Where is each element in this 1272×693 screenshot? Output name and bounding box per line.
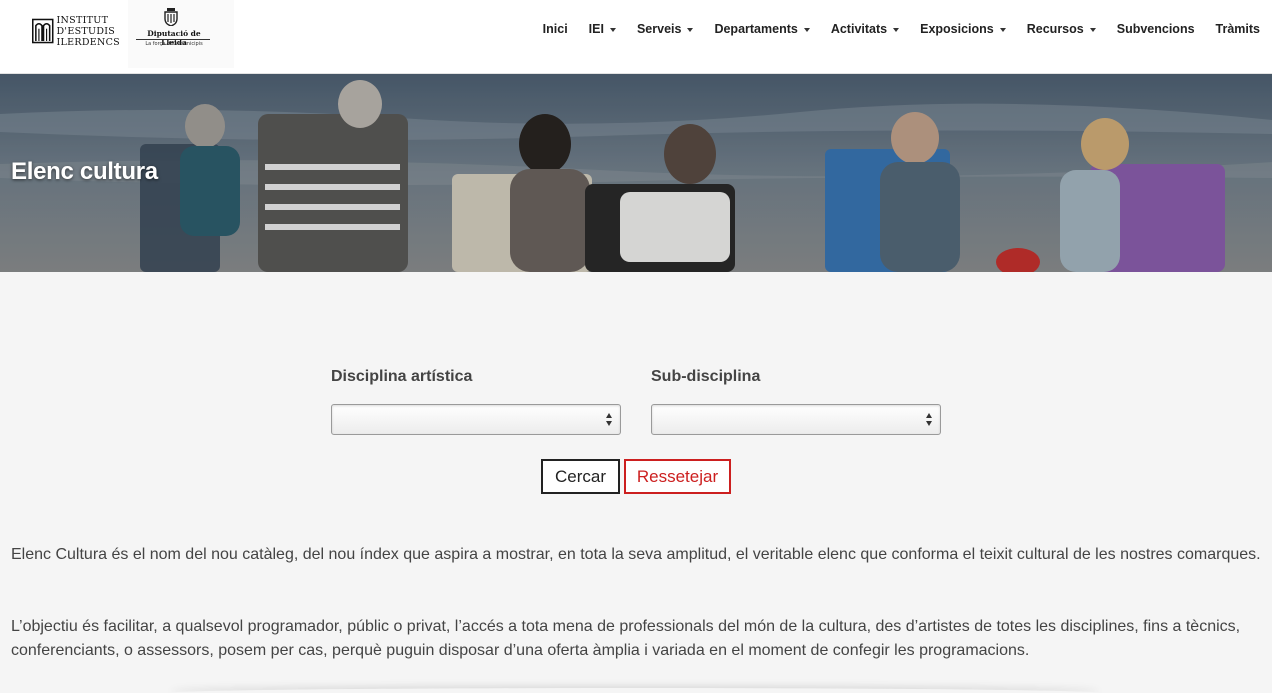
iei-logo-line-1: INSTITUT [56,14,109,26]
caret-down-icon [803,27,810,32]
iei-logo-text: INSTITUT D'ESTUDIS ILERDENCS [57,15,121,48]
caret-down-icon [687,27,694,32]
iei-logo-line-3: ILERDENCS [56,36,120,48]
diputacio-divider [136,39,210,40]
iei-logo-icon [32,18,54,44]
nav-label: Serveis [636,22,682,36]
nav-item-activitats[interactable]: Activitats [830,22,900,36]
nav-item-iei[interactable]: IEI [589,22,616,36]
intro-paragraph-2: L’objectiu és facilitar, a qualsevol pro… [11,618,1241,659]
select-arrows-icon [926,413,933,426]
caret-down-icon [893,27,900,32]
nav-label: Activitats [830,22,888,36]
diputacio-logo[interactable]: Diputació de Lleida La força dels munici… [128,0,234,68]
nav-item-inici[interactable]: Inici [543,22,568,36]
nav-label: Inici [542,22,568,36]
hero-overlay [0,74,1272,272]
discipline-select[interactable] [331,404,621,435]
hero-banner: Elenc cultura [0,74,1272,272]
nav-label: Exposicions [920,22,994,36]
select-arrows-icon [606,413,613,426]
caret-down-icon [1089,27,1096,32]
iei-logo-line-2: D'ESTUDIS [56,25,116,37]
nav-item-exposicions[interactable]: Exposicions [920,22,1006,36]
intro-paragraph-1: Elenc Cultura és el nom del nou catàleg,… [11,546,1261,563]
page-title: Elenc cultura [11,158,158,185]
main-nav: Inici IEI Serveis Departaments Activitat… [543,20,1260,38]
diputacio-tagline: La força dels municipis [145,41,203,47]
nav-label: Recursos [1026,22,1084,36]
nav-label: Subvencions [1116,22,1195,36]
diputacio-shield-icon [164,8,178,26]
nav-label: IEI [588,22,604,36]
nav-item-serveis[interactable]: Serveis [636,22,694,36]
nav-item-departaments[interactable]: Departaments [714,22,810,36]
reset-button[interactable]: Ressetejar [624,459,731,494]
caret-down-icon [609,27,616,32]
nav-item-tramits[interactable]: Tràmits [1216,22,1260,36]
caret-down-icon [999,27,1006,32]
nav-item-subvencions[interactable]: Subvencions [1117,22,1195,36]
nav-label: Departaments [714,22,798,36]
content-card-edge [170,688,1100,693]
nav-label: Tràmits [1215,22,1260,36]
subdiscipline-label: Sub-disciplina [651,368,761,385]
discipline-label: Disciplina artística [331,368,473,385]
site-header: INSTITUT D'ESTUDIS ILERDENCS Diputació d… [0,0,1272,74]
subdiscipline-select[interactable] [651,404,941,435]
nav-item-recursos[interactable]: Recursos [1027,22,1096,36]
iei-logo[interactable]: INSTITUT D'ESTUDIS ILERDENCS [32,12,120,50]
search-button[interactable]: Cercar [541,459,620,494]
